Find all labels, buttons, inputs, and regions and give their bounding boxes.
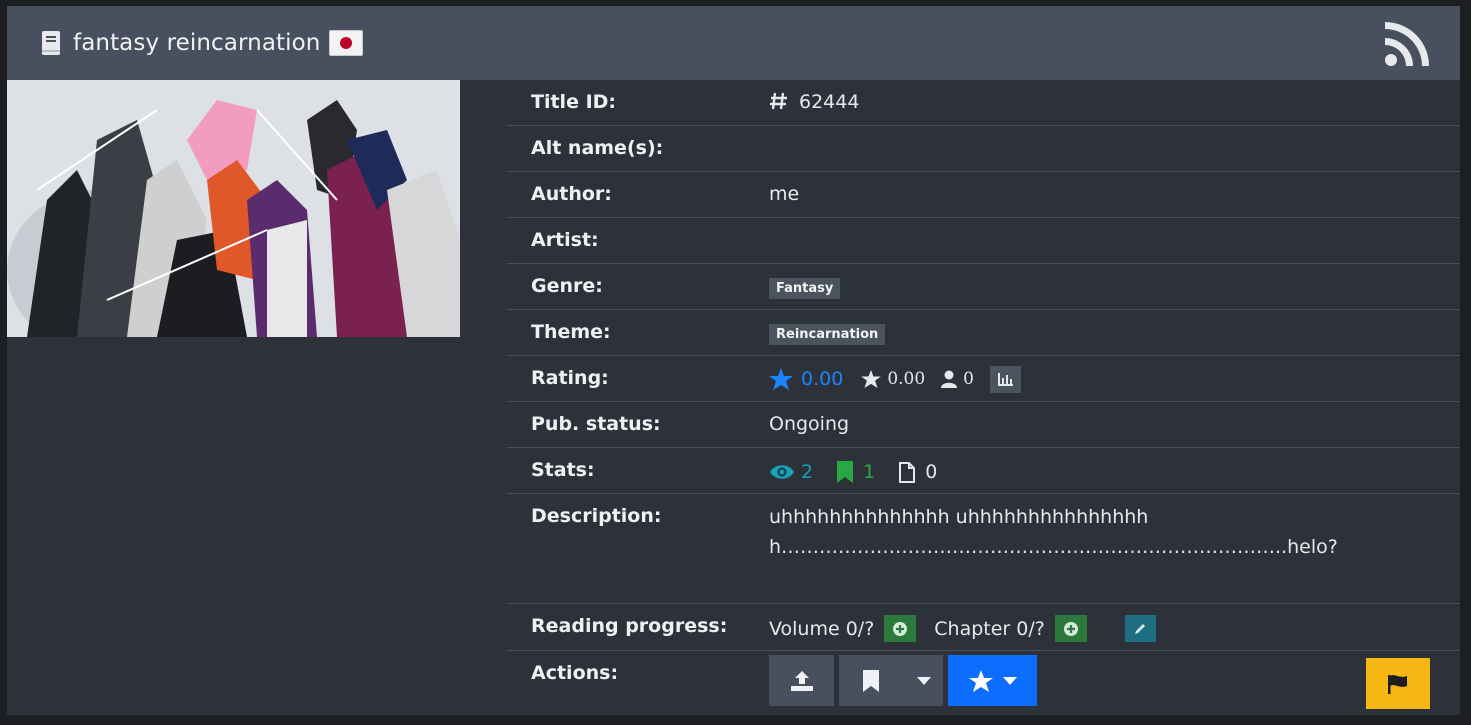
upload-icon xyxy=(790,670,813,691)
follow-button[interactable] xyxy=(839,655,943,706)
stats-chapters: 0 xyxy=(925,461,938,483)
pub-status-value: Ongoing xyxy=(769,413,850,435)
artist-value xyxy=(745,218,1460,263)
row-actions: Actions: xyxy=(507,651,1460,715)
artist-label: Artist: xyxy=(531,229,599,251)
title-id-label: Title ID: xyxy=(531,91,617,113)
bookmark-icon xyxy=(863,669,879,692)
theme-badge[interactable]: Reincarnation xyxy=(769,324,886,345)
rating-mean: 0.00 xyxy=(887,369,926,389)
row-alt-names: Alt name(s): xyxy=(507,126,1460,172)
bookmark-icon xyxy=(837,461,854,483)
row-title-id: Title ID: 62444 xyxy=(507,80,1460,126)
action-buttons xyxy=(769,655,1037,706)
cover-art xyxy=(7,80,460,337)
alt-names-value xyxy=(745,126,1460,171)
chevron-down-icon xyxy=(1002,676,1017,685)
row-description: Description: uhhhhhhhhhhhhhh uhhhhhhhhhh… xyxy=(507,494,1460,604)
rating-bayesian: 0.00 xyxy=(801,368,844,390)
description-value: uhhhhhhhhhhhhhh uhhhhhhhhhhhhhhhh…………………… xyxy=(769,506,1338,558)
hashtag-icon xyxy=(770,92,787,110)
row-stats: Stats: 2 1 0 xyxy=(507,448,1460,494)
book-icon xyxy=(42,31,60,55)
star-icon xyxy=(968,669,993,692)
row-theme: Theme: Reincarnation xyxy=(507,310,1460,356)
increment-volume-button[interactable] xyxy=(884,615,917,642)
japan-flag-icon xyxy=(329,30,364,56)
row-rating: Rating: 0.00 0.00 0 xyxy=(507,356,1460,402)
title-card: fantasy reincarnation Title ID: 62444 Al… xyxy=(7,6,1460,715)
star-icon xyxy=(769,368,793,390)
eye-icon xyxy=(770,465,794,479)
volume-progress: Volume 0/? xyxy=(769,617,875,640)
author-link[interactable]: me xyxy=(769,183,799,205)
stats-label: Stats: xyxy=(531,459,595,481)
author-label: Author: xyxy=(531,183,612,205)
genre-label: Genre: xyxy=(531,275,603,297)
star-icon xyxy=(861,370,882,388)
flag-icon xyxy=(1388,674,1407,694)
actions-label: Actions: xyxy=(531,662,619,684)
rss-icon[interactable] xyxy=(1384,21,1430,67)
alt-names-label: Alt name(s): xyxy=(531,137,664,159)
reading-progress-label: Reading progress: xyxy=(531,615,728,637)
user-icon xyxy=(941,370,958,388)
pencil-icon xyxy=(1135,623,1146,634)
plus-circle-icon xyxy=(893,621,908,636)
title-id-number: 62444 xyxy=(799,91,860,113)
plus-circle-icon xyxy=(1063,621,1078,636)
chevron-down-icon[interactable] xyxy=(917,676,931,685)
description-label: Description: xyxy=(531,505,662,527)
row-genre: Genre: Fantasy xyxy=(507,264,1460,310)
report-button[interactable] xyxy=(1366,658,1430,709)
chapter-progress: Chapter 0/? xyxy=(934,617,1045,640)
row-reading-progress: Reading progress: Volume 0/? Chapter 0/? xyxy=(507,604,1460,651)
file-icon xyxy=(899,461,916,483)
title-info-table: Title ID: 62444 Alt name(s): Author: me … xyxy=(507,80,1460,715)
row-pub-status: Pub. status: Ongoing xyxy=(507,402,1460,448)
rate-button[interactable] xyxy=(948,655,1037,706)
theme-label: Theme: xyxy=(531,321,611,343)
edit-progress-button[interactable] xyxy=(1124,615,1156,642)
card-header: fantasy reincarnation xyxy=(7,6,1460,80)
page-title: fantasy reincarnation xyxy=(73,30,321,56)
rating-chart-button[interactable] xyxy=(990,365,1021,393)
bar-chart-icon xyxy=(997,373,1013,386)
rating-label: Rating: xyxy=(531,367,609,389)
title-id-value: 62444 xyxy=(745,80,1460,125)
rating-users: 0 xyxy=(963,369,974,389)
stats-follows: 1 xyxy=(863,461,876,483)
increment-chapter-button[interactable] xyxy=(1054,615,1087,642)
pub-status-label: Pub. status: xyxy=(531,413,661,435)
upload-button[interactable] xyxy=(769,655,834,706)
genre-badge[interactable]: Fantasy xyxy=(769,278,841,299)
row-author: Author: me xyxy=(507,172,1460,218)
cover-image[interactable] xyxy=(7,80,460,337)
stats-views: 2 xyxy=(801,461,814,483)
row-artist: Artist: xyxy=(507,218,1460,264)
